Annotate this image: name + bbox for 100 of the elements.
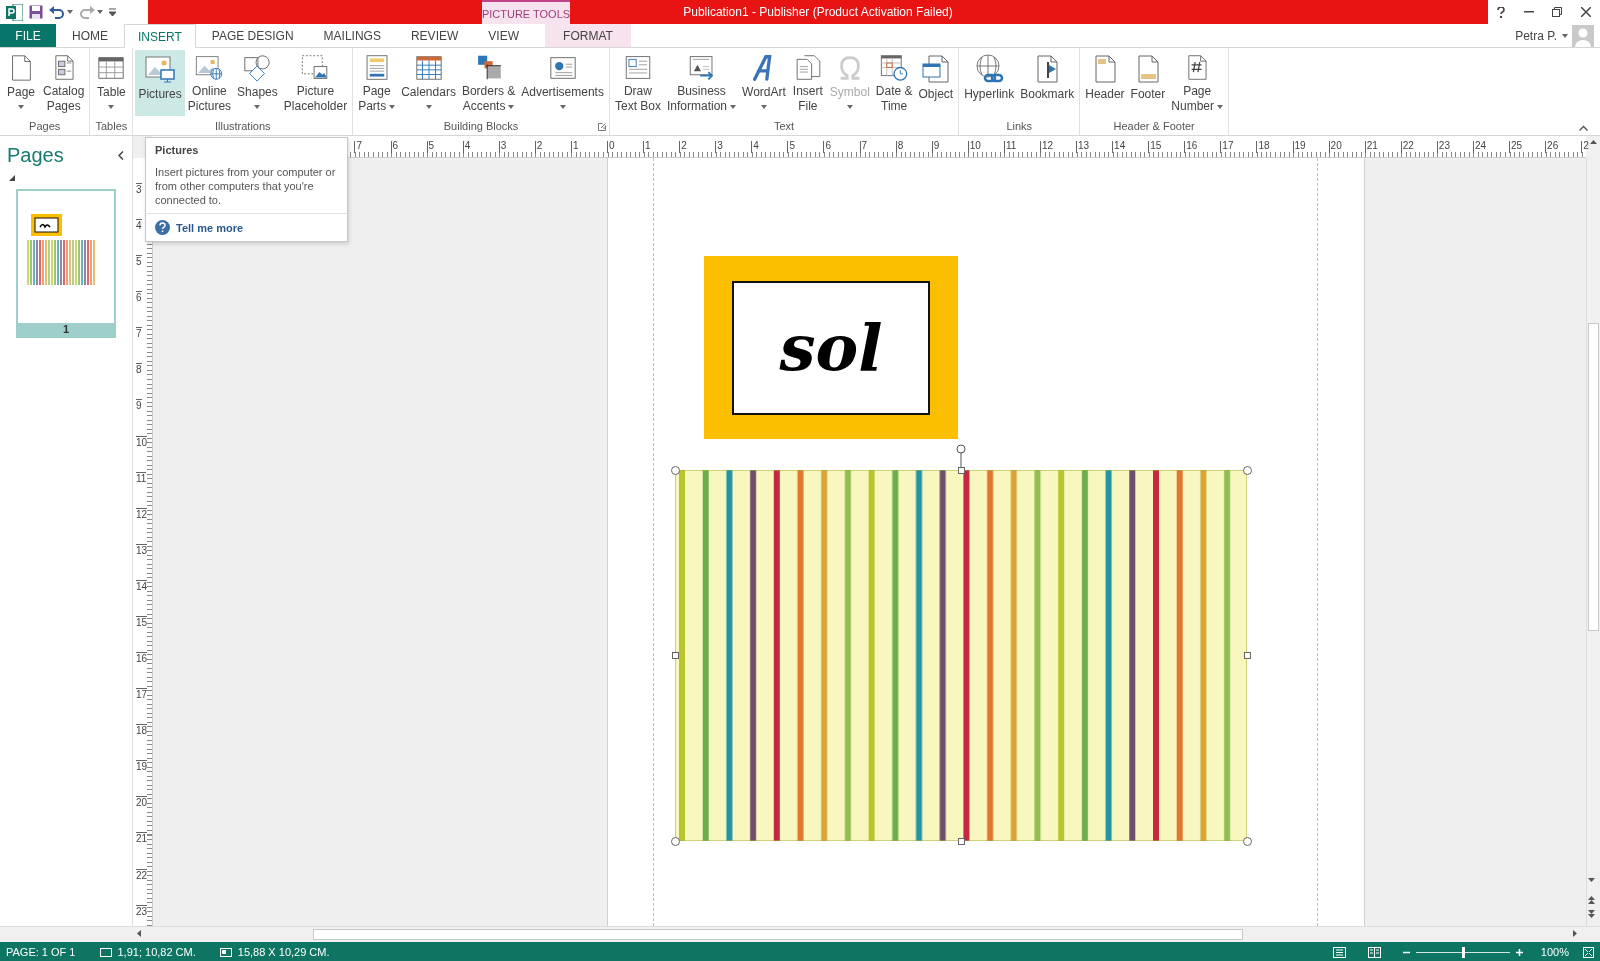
ribbon-button[interactable]: Hyperlink xyxy=(961,50,1018,116)
ruler-number: 7 xyxy=(136,327,142,340)
ruler-number: 6 xyxy=(390,141,399,153)
ribbon-tab[interactable]: MAILINGS xyxy=(309,24,395,47)
ribbon-button[interactable]: Table xyxy=(92,50,131,116)
caret-icon xyxy=(67,10,73,14)
ribbon-button[interactable]: Object xyxy=(915,50,957,116)
help-button[interactable] xyxy=(1497,6,1506,18)
group-label: Building Blocks xyxy=(443,119,519,134)
rotate-handle[interactable] xyxy=(956,444,966,470)
ruler-number: 12 xyxy=(1039,141,1054,153)
ribbon-tab[interactable]: INSERT xyxy=(124,24,196,48)
contextual-tab-label: PICTURE TOOLS xyxy=(482,0,570,24)
resize-handle[interactable] xyxy=(670,836,680,846)
tell-me-more-link[interactable]: Tell me more xyxy=(155,220,244,235)
ribbon-button[interactable]: Page Parts xyxy=(355,50,399,116)
ribbon-tab[interactable]: VIEW xyxy=(474,24,533,47)
close-button[interactable] xyxy=(1580,7,1591,17)
ribbon-button[interactable]: Pictures xyxy=(135,50,185,116)
ribbon-button[interactable]: WordArt xyxy=(739,50,789,116)
resize-handle[interactable] xyxy=(957,837,965,845)
page-thumbnail[interactable]: 1 xyxy=(16,189,116,338)
ruler-number: 20 xyxy=(136,796,148,809)
ribbon-tab[interactable]: FILE xyxy=(0,24,56,47)
scroll-left-button[interactable] xyxy=(137,930,141,937)
ribbon-button[interactable]: Advertisements xyxy=(518,50,607,116)
ruler-number: 1 xyxy=(570,141,579,153)
ribbon-button[interactable]: Page xyxy=(2,50,40,116)
size-readout: 15,88 X 10,29 CM. xyxy=(237,946,330,958)
ribbon-button[interactable]: Footer xyxy=(1127,50,1169,116)
restore-button[interactable] xyxy=(1552,7,1563,17)
ruler-number: 3 xyxy=(498,141,507,153)
ribbon-button[interactable]: Shapes xyxy=(234,50,281,116)
save-button[interactable] xyxy=(29,5,43,19)
ribbon-button[interactable]: Header xyxy=(1082,50,1128,116)
ruler-number: 22 xyxy=(1400,141,1414,153)
ribbon-button[interactable]: Draw Text Box xyxy=(611,50,664,116)
ribbon-button[interactable]: Borders & Accents xyxy=(458,50,519,116)
undo-icon xyxy=(49,5,65,19)
previous-page-button[interactable] xyxy=(1588,896,1595,904)
ruler-number: 12 xyxy=(136,507,148,520)
text-box[interactable]: sol xyxy=(732,280,930,415)
resize-handle[interactable] xyxy=(670,465,680,475)
two-page-view-button[interactable] xyxy=(1367,946,1381,958)
fit-page-icon xyxy=(1583,946,1594,958)
scroll-up-button[interactable] xyxy=(1589,140,1597,144)
chevron-left-icon xyxy=(118,151,124,160)
expand-triangle-icon[interactable] xyxy=(9,175,15,181)
ribbon-tab[interactable]: HOME xyxy=(58,24,122,47)
ribbon-button[interactable]: Bookmark xyxy=(1017,50,1078,116)
redo-button[interactable] xyxy=(79,5,103,19)
group-label: Tables xyxy=(95,119,128,134)
vertical-scrollbar[interactable] xyxy=(1586,158,1600,926)
undo-button[interactable] xyxy=(49,5,73,19)
single-page-view-button[interactable] xyxy=(1332,946,1346,958)
ribbon-tab[interactable]: FORMAT xyxy=(544,24,631,47)
ribbon-tab[interactable]: PAGE DESIGN xyxy=(197,24,308,47)
ruler-number: 17 xyxy=(1220,141,1234,153)
fit-page-button[interactable] xyxy=(1583,946,1594,958)
ruler-number: 4 xyxy=(462,141,471,153)
customize-toolbar-button[interactable] xyxy=(109,8,116,16)
zoom-in-button[interactable] xyxy=(1515,948,1523,956)
scroll-thumb[interactable] xyxy=(313,929,1243,940)
account-button[interactable]: Petra P. xyxy=(1515,28,1568,43)
scroll-thumb[interactable] xyxy=(1588,323,1599,631)
minimize-button[interactable] xyxy=(1523,11,1534,13)
resize-handle[interactable] xyxy=(1242,465,1252,475)
group-label: Pages xyxy=(29,119,61,134)
zoom-slider-thumb[interactable] xyxy=(1461,946,1465,958)
collapse-ribbon-button[interactable] xyxy=(1579,125,1588,131)
ruler-number: 5 xyxy=(426,141,435,153)
collapse-panel-button[interactable] xyxy=(118,151,124,160)
ruler-number: 6 xyxy=(823,141,832,153)
resize-handle[interactable] xyxy=(957,466,965,474)
ruler-number: 9 xyxy=(931,141,940,153)
ruler-number: 8 xyxy=(895,141,904,153)
dialog-launcher[interactable] xyxy=(597,123,606,131)
horizontal-scrollbar[interactable] xyxy=(0,926,1600,942)
group-label: Header & Footer xyxy=(1113,119,1195,134)
ribbon-button[interactable]: Insert File xyxy=(788,50,827,116)
resize-handle[interactable] xyxy=(1242,836,1252,846)
ribbon-button[interactable]: Calendars xyxy=(398,50,459,116)
minimize-icon xyxy=(1523,11,1534,13)
ribbon-button[interactable]: Date & Time xyxy=(872,50,916,116)
ribbon-button[interactable]: Online Pictures xyxy=(184,50,235,116)
ribbon-button[interactable]: Picture Placeholder xyxy=(280,50,351,116)
next-page-button[interactable] xyxy=(1588,910,1595,918)
ribbon-button[interactable]: Business Information xyxy=(664,50,739,116)
scroll-right-button[interactable] xyxy=(1573,930,1577,937)
close-icon xyxy=(1580,7,1591,17)
ribbon-button[interactable]: Page Number xyxy=(1168,50,1226,116)
ruler-number: 4 xyxy=(136,219,142,232)
ruler-number: 16 xyxy=(1184,141,1198,153)
resize-handle[interactable] xyxy=(1243,652,1251,659)
ribbon-button[interactable]: Catalog Pages xyxy=(40,50,88,116)
scroll-down-button[interactable] xyxy=(1588,878,1595,882)
frame-shape[interactable]: sol xyxy=(704,256,958,439)
redo-icon xyxy=(79,5,95,19)
ribbon-tab[interactable]: REVIEW xyxy=(396,24,473,47)
resize-handle[interactable] xyxy=(671,652,679,659)
